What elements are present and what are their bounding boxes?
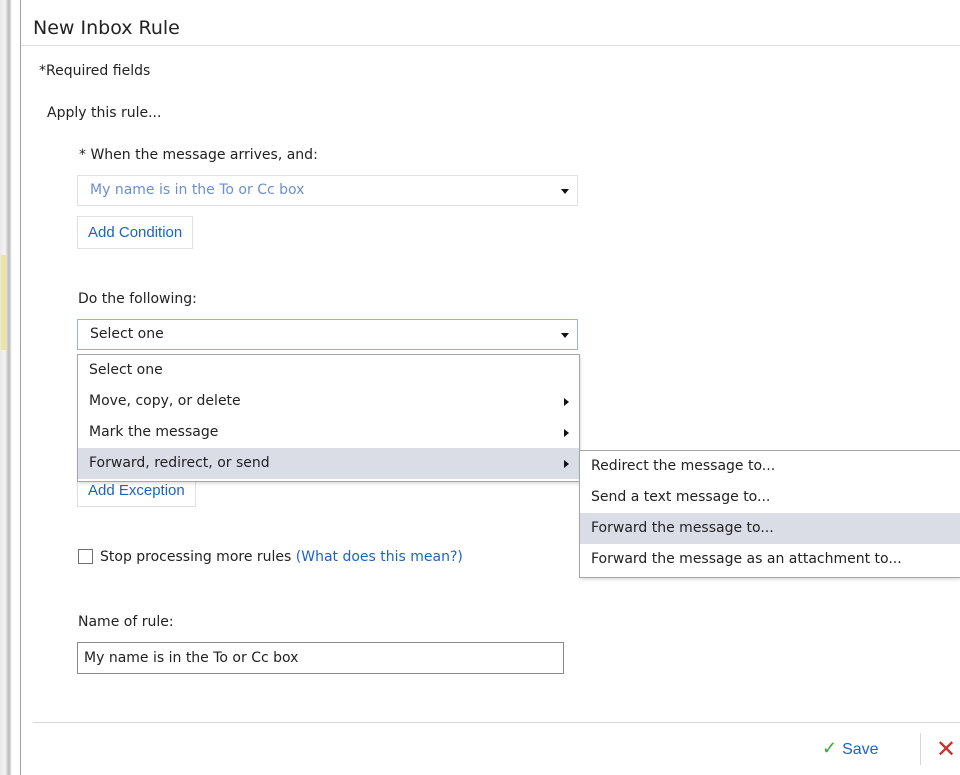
discard-button[interactable]: ✕ — [936, 733, 956, 765]
stop-processing-checkbox[interactable] — [78, 549, 93, 564]
menu-item-move-copy-delete[interactable]: Move, copy, or delete — [78, 386, 579, 417]
action-select[interactable]: Select one — [77, 319, 578, 350]
submenu-item-redirect[interactable]: Redirect the message to... — [580, 451, 960, 482]
footer-divider — [33, 722, 960, 723]
submenu-arrow-icon — [564, 398, 569, 406]
apply-rule-label: Apply this rule... — [47, 105, 162, 121]
action-label: Do the following: — [78, 291, 197, 307]
submenu-item-send-text[interactable]: Send a text message to... — [580, 482, 960, 513]
submenu-item-label: Forward the message to... — [591, 520, 774, 536]
condition-label: * When the message arrives, and: — [79, 147, 318, 163]
forward-submenu: Redirect the message to... Send a text m… — [579, 450, 960, 578]
menu-item-label: Forward, redirect, or send — [89, 455, 270, 471]
menu-item-forward-redirect-send[interactable]: Forward, redirect, or send — [78, 448, 579, 479]
what-does-this-mean-link[interactable]: (What does this mean?) — [296, 549, 463, 565]
background-window-edge — [0, 0, 12, 775]
submenu-item-forward[interactable]: Forward the message to... — [580, 513, 960, 544]
dropdown-caret-icon — [561, 333, 569, 338]
rule-name-label: Name of rule: — [78, 614, 174, 630]
dropdown-caret-icon — [561, 189, 569, 194]
menu-item-label: Move, copy, or delete — [89, 393, 241, 409]
action-dropdown-menu: Select one Move, copy, or delete Mark th… — [77, 354, 580, 482]
save-button[interactable]: ✓ Save — [822, 738, 879, 759]
submenu-arrow-icon — [564, 460, 569, 468]
rule-name-input[interactable] — [77, 642, 564, 674]
menu-item-label: Mark the message — [89, 424, 219, 440]
condition-select[interactable]: My name is in the To or Cc box — [77, 175, 578, 206]
add-condition-button[interactable]: Add Condition — [77, 216, 194, 249]
required-fields-note: *Required fields — [39, 63, 151, 79]
menu-item-mark-message[interactable]: Mark the message — [78, 417, 579, 448]
submenu-arrow-icon — [564, 429, 569, 437]
footer-separator — [920, 733, 921, 765]
dialog-title: New Inbox Rule — [33, 17, 180, 39]
submenu-item-label: Redirect the message to... — [591, 458, 776, 474]
close-icon: ✕ — [936, 735, 957, 763]
condition-selected-value: My name is in the To or Cc box — [90, 182, 305, 198]
stop-processing-row: Stop processing more rules (What does th… — [78, 549, 463, 565]
menu-item-label: Select one — [89, 362, 163, 378]
action-selected-value: Select one — [90, 326, 164, 342]
menu-item-select-one[interactable]: Select one — [78, 355, 579, 386]
submenu-item-label: Forward the message as an attachment to.… — [591, 551, 902, 567]
submenu-item-forward-attachment[interactable]: Forward the message as an attachment to.… — [580, 544, 960, 575]
submenu-item-label: Send a text message to... — [591, 489, 771, 505]
save-label: Save — [842, 741, 879, 758]
stop-processing-label: Stop processing more rules — [100, 549, 292, 565]
title-divider — [21, 45, 960, 46]
checkmark-icon: ✓ — [822, 738, 838, 758]
